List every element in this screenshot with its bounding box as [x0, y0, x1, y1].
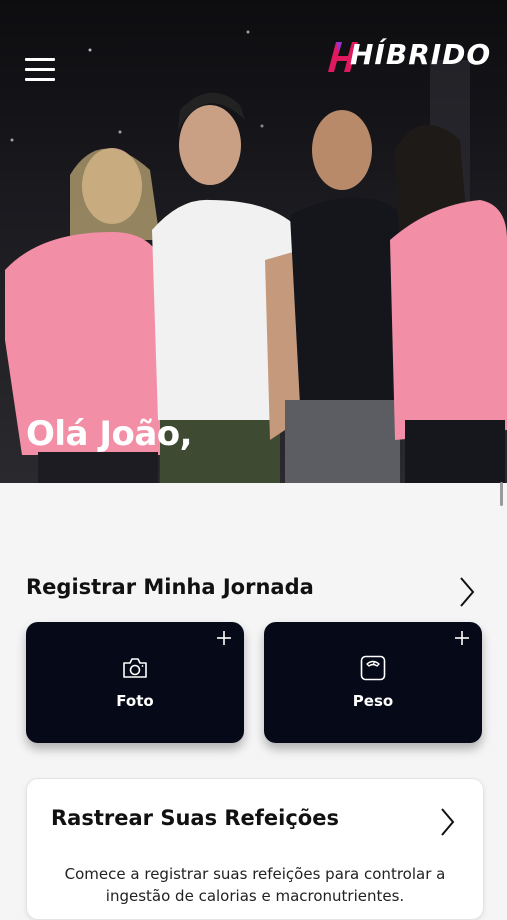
add-plus-icon[interactable] — [216, 630, 232, 646]
add-plus-icon[interactable] — [454, 630, 470, 646]
logo-text: HÍBRIDO — [350, 38, 492, 71]
meal-tracking-card[interactable]: Rastrear Suas Refeições Comece a registr… — [26, 778, 484, 920]
menu-bar-middle — [25, 68, 55, 71]
meals-title: Rastrear Suas Refeições — [51, 806, 339, 830]
hamburger-menu-icon — [25, 58, 55, 61]
photo-card[interactable]: Foto — [26, 622, 244, 743]
menu-bar-bottom — [25, 78, 55, 81]
journey-chevron-right-icon[interactable] — [458, 576, 476, 608]
meals-chevron-right-icon[interactable] — [439, 807, 455, 837]
scale-icon — [360, 655, 386, 681]
greeting-text: Olá João, — [26, 414, 193, 454]
weight-card-label: Peso — [352, 692, 394, 710]
weight-card[interactable]: Peso — [264, 622, 482, 743]
menu-button[interactable] — [25, 58, 55, 82]
meals-description: Comece a registrar suas refeições para c… — [64, 865, 446, 905]
journey-section-title: Registrar Minha Jornada — [26, 575, 314, 599]
camera-icon — [123, 658, 147, 678]
scroll-indicator — [500, 482, 503, 506]
hero-banner: HÍBRIDO Olá João, — [0, 0, 507, 483]
photo-card-label: Foto — [116, 692, 154, 710]
brand-logo: HÍBRIDO — [322, 34, 492, 74]
